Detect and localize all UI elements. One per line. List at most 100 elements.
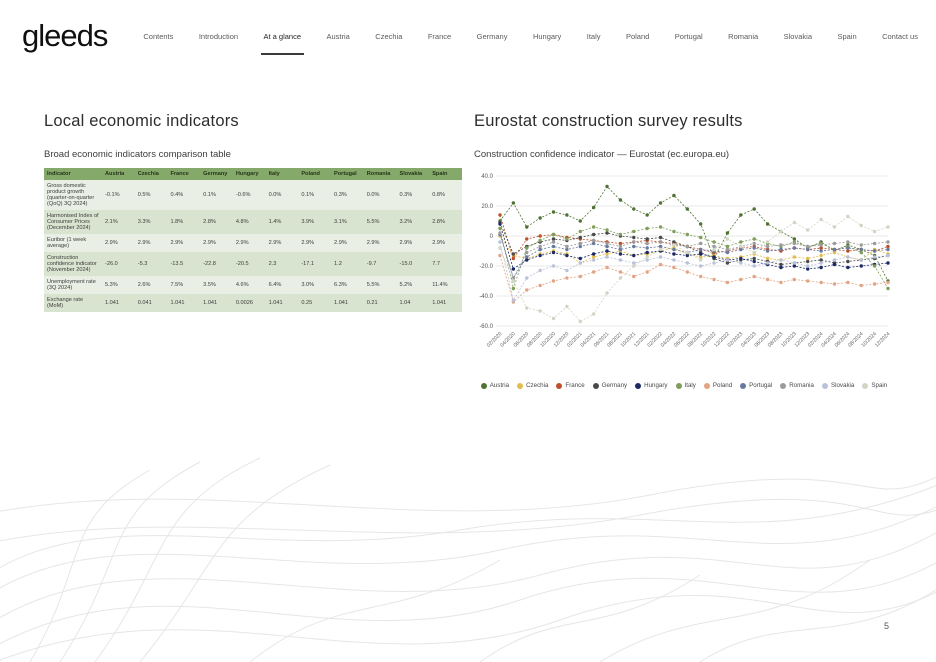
value-cell: 1.041 [167, 294, 201, 312]
right-section-title: Eurostat construction survey results [474, 112, 743, 130]
legend-label: Spain [871, 382, 888, 389]
nav-item-france[interactable]: France [428, 32, 451, 55]
legend-item-czechia: Czechia [517, 382, 548, 389]
legend-item-hungary: Hungary [635, 382, 668, 389]
legend-label: Slovakia [830, 382, 855, 389]
value-cell: -17.1 [298, 252, 332, 276]
indicator-cell: Gross domestic product growth (quarter-o… [44, 180, 102, 210]
value-cell: 2.9% [331, 234, 364, 252]
value-cell: 0.25 [298, 294, 332, 312]
table-row: Construction confidence indicator (Novem… [44, 252, 462, 276]
legend-dot-icon [821, 382, 828, 389]
value-cell: 2.9% [134, 234, 168, 252]
value-cell: -0.6% [232, 180, 266, 210]
indicator-cell: Harmonised Index of Consumer Prices (Dec… [44, 210, 102, 234]
value-cell: 2.6% [134, 276, 168, 294]
value-cell: 0.1% [298, 180, 332, 210]
table-header-cell: Germany [200, 168, 233, 180]
value-cell: 2.9% [200, 234, 233, 252]
nav-item-contact-us[interactable]: Contact us [882, 32, 918, 55]
table-header-row: Indicator Austria Czechia France Germany Hung… [44, 168, 462, 180]
legend-dot-icon [675, 382, 682, 389]
legend-dot-icon [556, 382, 563, 389]
nav-item-czechia[interactable]: Czechia [375, 32, 402, 55]
value-cell: 0.5% [134, 180, 168, 210]
nav-item-portugal[interactable]: Portugal [675, 32, 703, 55]
value-cell: 4.6% [232, 276, 266, 294]
series-portugal [498, 232, 890, 280]
indicator-cell: Construction confidence indicator (Novem… [44, 252, 102, 276]
legend-item-austria: Austria [480, 382, 509, 389]
value-cell: 0.21 [363, 294, 397, 312]
value-cell: 1.041 [331, 294, 364, 312]
value-cell: 1.041 [265, 294, 299, 312]
legend-label: Hungary [644, 382, 668, 389]
value-cell: 3.3% [134, 210, 168, 234]
table-row: Gross domestic product growth (quarter-o… [44, 180, 462, 210]
value-cell: 2.9% [265, 234, 299, 252]
value-cell: -26.0 [102, 252, 135, 276]
gleeds-logo: gleeds [22, 18, 108, 53]
legend-item-germany: Germany [592, 382, 628, 389]
legend-item-poland: Poland [703, 382, 732, 389]
value-cell: 5.5% [363, 276, 397, 294]
legend-dot-icon [592, 382, 599, 389]
value-cell: 3.2% [396, 210, 430, 234]
value-cell: 1.04 [396, 294, 430, 312]
series-hungary [498, 222, 890, 271]
right-section-subtitle: Construction confidence indicator — Euro… [474, 149, 730, 160]
left-section-title: Local economic indicators [44, 112, 239, 130]
table-header-cell: Poland [298, 168, 332, 180]
legend-label: Czechia [526, 382, 549, 389]
nav-item-slovakia[interactable]: Slovakia [784, 32, 812, 55]
value-cell: 2.1% [102, 210, 135, 234]
y-axis-tick-label: -40.0 [479, 294, 493, 300]
table-header-cell: Indicator [44, 168, 102, 180]
value-cell: 6.4% [265, 276, 299, 294]
nav-item-spain[interactable]: Spain [837, 32, 856, 55]
top-nav-bar: gleeds Contents Introduction At a glance Au… [22, 20, 918, 55]
y-axis-tick-label: 40.0 [481, 174, 493, 180]
value-cell: 3.1% [331, 210, 364, 234]
legend-item-portugal: Portugal [740, 382, 772, 389]
table-row: Exchange rate (MoM) 1.041 0.041 1.041 1.041 0… [44, 294, 462, 312]
legend-dot-icon [862, 382, 869, 389]
nav-item-germany[interactable]: Germany [477, 32, 508, 55]
nav-item-introduction[interactable]: Introduction [199, 32, 238, 55]
value-cell: 0.3% [331, 180, 364, 210]
legend-label: France [565, 382, 585, 389]
legend-dot-icon [703, 382, 710, 389]
nav-item-hungary[interactable]: Hungary [533, 32, 561, 55]
nav-item-romania[interactable]: Romania [728, 32, 758, 55]
value-cell: 5.3% [102, 276, 135, 294]
value-cell: -20.5 [232, 252, 266, 276]
legend-item-spain: Spain [862, 382, 887, 389]
table-row: Unemployment rate (3Q 2024) 5.3% 2.6% 7.5% 3… [44, 276, 462, 294]
indicator-cell: Euribor (1 week average) [44, 234, 102, 252]
value-cell: 3.5% [200, 276, 233, 294]
value-cell: -13.5 [167, 252, 201, 276]
value-cell: 1.041 [102, 294, 135, 312]
nav-item-contents[interactable]: Contents [143, 32, 173, 55]
nav-item-austria[interactable]: Austria [326, 32, 349, 55]
value-cell: 2.9% [232, 234, 266, 252]
x-axis-tick-label: 12/2024 [874, 331, 892, 349]
legend-item-romania: Romania [780, 382, 814, 389]
value-cell: 2.9% [298, 234, 332, 252]
y-axis-tick-label: -20.0 [479, 264, 493, 270]
nav-item-at-a-glance[interactable]: At a glance [260, 32, 304, 55]
value-cell: 7.7 [429, 252, 462, 276]
value-cell: 7.5% [167, 276, 201, 294]
table-header-cell: Italy [265, 168, 299, 180]
table-header-cell: France [167, 168, 201, 180]
series-austria [498, 184, 890, 283]
table-header-cell: Portugal [331, 168, 364, 180]
value-cell: 1.041 [429, 294, 462, 312]
legend-dot-icon [635, 382, 642, 389]
legend-label: Germany [601, 382, 628, 389]
nav-item-poland[interactable]: Poland [626, 32, 649, 55]
nav-item-italy[interactable]: Italy [587, 32, 601, 55]
table-row: Harmonised Index of Consumer Prices (Dec… [44, 210, 462, 234]
value-cell: 0.4% [167, 180, 201, 210]
page-number: 5 [884, 621, 890, 631]
